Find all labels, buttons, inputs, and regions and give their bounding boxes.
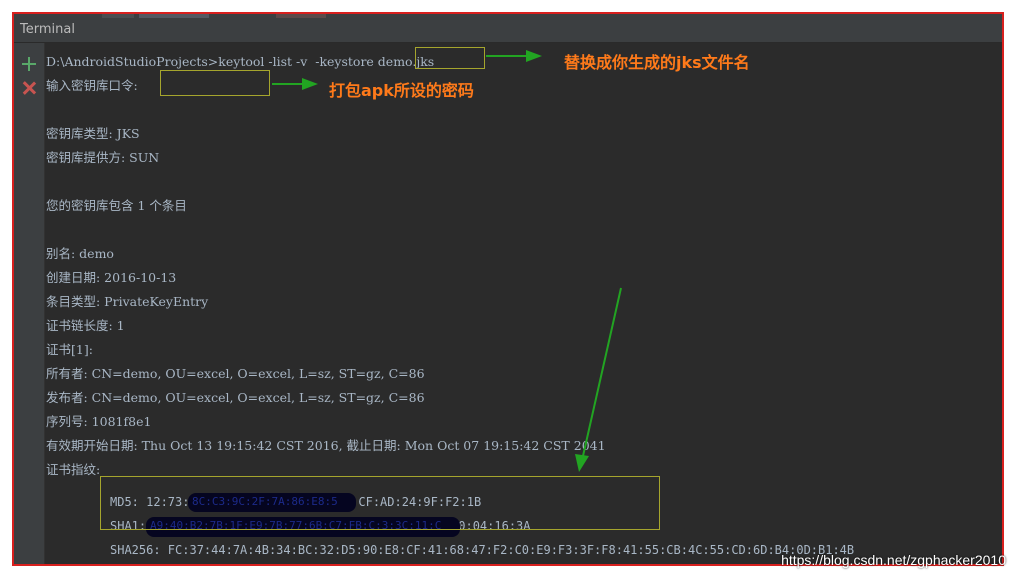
command-line: D:\AndroidStudioProjects>keytool -list -… xyxy=(46,53,434,71)
fingerprints-label: 证书指纹: xyxy=(46,462,101,477)
screenshot-frame: Terminal D:\AndroidStudioProjects>keytoo… xyxy=(12,12,1004,566)
cert-index-line: 证书[1]: xyxy=(46,342,93,357)
arrow-icon xyxy=(272,78,318,90)
command-text: D:\AndroidStudioProjects>keytool -list -… xyxy=(46,54,378,69)
entry-count: 您的密钥库包含 1 个条目 xyxy=(46,198,187,213)
filename-highlight-box xyxy=(415,47,485,69)
terminal-title: Terminal xyxy=(20,22,75,37)
owner-line: 所有者: CN=demo, OU=excel, O=excel, L=sz, S… xyxy=(46,366,425,381)
arrow-icon xyxy=(486,50,542,62)
plus-icon[interactable] xyxy=(22,57,36,71)
validity-line: 有效期开始日期: Thu Oct 13 19:15:42 CST 2016, 截… xyxy=(46,438,606,453)
watermark: https://blog.csdn.net/zgphacker2010 xyxy=(781,552,1006,568)
serial-line: 序列号: 1081f8e1 xyxy=(46,414,152,429)
terminal-toolbar xyxy=(14,43,45,564)
chain-length-line: 证书链长度: 1 xyxy=(46,318,125,333)
password-prompt: 输入密钥库口令: xyxy=(46,78,138,93)
issuer-line: 发布者: CN=demo, OU=excel, O=excel, L=sz, S… xyxy=(46,390,425,405)
terminal-titlebar: Terminal xyxy=(14,18,1002,43)
password-highlight-box xyxy=(160,70,270,96)
alias-line: 别名: demo xyxy=(46,246,114,261)
creation-date-line: 创建日期: 2016-10-13 xyxy=(46,270,177,285)
entry-type-line: 条目类型: PrivateKeyEntry xyxy=(46,294,209,309)
keystore-provider: 密钥库提供方: SUN xyxy=(46,150,160,165)
sha256-line: SHA256: FC:37:44:7A:4B:34:BC:32:D5:90:E8… xyxy=(110,543,855,557)
arrow-icon xyxy=(575,287,622,472)
jks-annotation: 替换成你生成的jks文件名 xyxy=(564,53,750,72)
password-annotation: 打包apk所设的密码 xyxy=(329,81,474,100)
fingerprint-highlight-box xyxy=(100,476,660,530)
keystore-type: 密钥库类型: JKS xyxy=(46,126,140,141)
close-icon[interactable] xyxy=(22,81,36,95)
